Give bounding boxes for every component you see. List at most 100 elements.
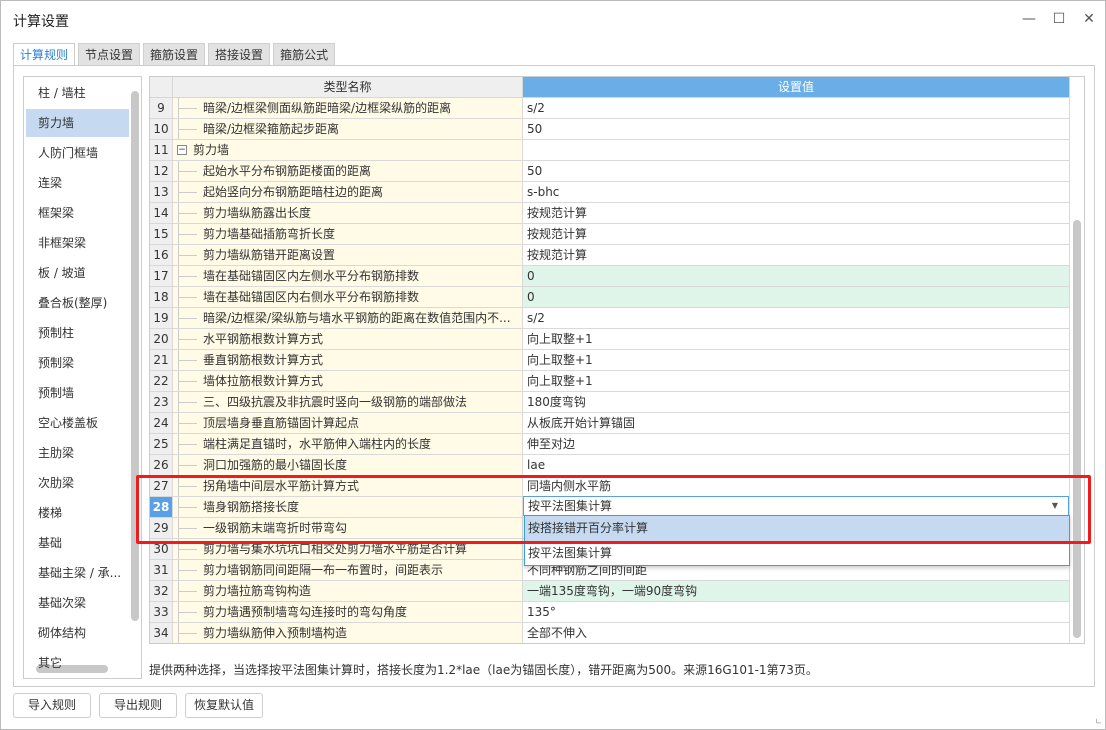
sidebar-item[interactable]: 其它 bbox=[26, 649, 129, 677]
sidebar-item[interactable]: 框架梁 bbox=[26, 199, 129, 227]
row-type-name: 墙身钢筋搭接长度 bbox=[173, 497, 523, 518]
resize-grip-icon[interactable]: ∟ bbox=[1095, 717, 1102, 726]
sidebar-item[interactable]: 次肋梁 bbox=[26, 469, 129, 497]
row-setting-value[interactable]: 向上取整+1 bbox=[523, 371, 1070, 392]
minimize-icon[interactable]: — bbox=[1019, 9, 1039, 29]
row-setting-value[interactable]: s-bhc bbox=[523, 182, 1070, 203]
table-row[interactable]: 11− 剪力墙 bbox=[150, 140, 1070, 161]
row-type-name: 剪力墙纵筋露出长度 bbox=[173, 203, 523, 224]
row-setting-value[interactable]: 50 bbox=[523, 161, 1070, 182]
sidebar-item[interactable]: 预制柱 bbox=[26, 319, 129, 347]
tab-4[interactable]: 箍筋公式 bbox=[273, 43, 336, 65]
row-setting-value[interactable]: 一端135度弯钩，一端90度弯钩 bbox=[523, 581, 1070, 602]
row-setting-value[interactable]: 180度弯钩 bbox=[523, 392, 1070, 413]
header-type-name[interactable]: 类型名称 bbox=[173, 77, 523, 98]
tree-line bbox=[178, 623, 198, 643]
row-setting-value[interactable]: 0 bbox=[523, 266, 1070, 287]
tree-line bbox=[178, 581, 198, 601]
table-row[interactable]: 19 暗梁/边框梁/梁纵筋与墙水平钢筋的距离在数值范围内不... s/2 bbox=[150, 308, 1070, 329]
table-row[interactable]: 22 墙体拉筋根数计算方式 向上取整+1 bbox=[150, 371, 1070, 392]
sidebar-item[interactable]: 预制梁 bbox=[26, 349, 129, 377]
chevron-down-icon[interactable]: ▼ bbox=[1052, 497, 1058, 515]
row-setting-value[interactable]: 从板底开始计算锚固 bbox=[523, 413, 1070, 434]
table-row[interactable]: 17 墙在基础锚固区内左侧水平分布钢筋排数 0 bbox=[150, 266, 1070, 287]
row-setting-value[interactable]: 按规范计算 bbox=[523, 224, 1070, 245]
sidebar-item[interactable]: 柱 / 墙柱 bbox=[26, 79, 129, 107]
tab-2[interactable]: 箍筋设置 bbox=[143, 43, 206, 65]
header-setting-value[interactable]: 设置值 bbox=[523, 77, 1070, 98]
collapse-icon[interactable]: − bbox=[177, 145, 187, 155]
row-setting-value[interactable]: 135° bbox=[523, 602, 1070, 623]
sidebar-item[interactable]: 剪力墙 bbox=[26, 109, 129, 137]
row-setting-value[interactable]: 全部不伸入 bbox=[523, 623, 1070, 643]
row-label: 墙身钢筋搭接长度 bbox=[203, 500, 300, 514]
tab-3[interactable]: 搭接设置 bbox=[208, 43, 271, 65]
tree-line bbox=[178, 329, 198, 349]
sidebar-item[interactable]: 板 / 坡道 bbox=[26, 259, 129, 287]
row-label: 起始水平分布钢筋距楼面的距离 bbox=[203, 164, 372, 178]
sidebar-item[interactable]: 基础 bbox=[26, 529, 129, 557]
row-number: 17 bbox=[150, 266, 173, 287]
sidebar-item[interactable]: 非框架梁 bbox=[26, 229, 129, 257]
sidebar-item[interactable]: 人防门框墙 bbox=[26, 139, 129, 167]
row-setting-value[interactable]: s/2 bbox=[523, 98, 1070, 119]
row-setting-value[interactable]: 按规范计算 bbox=[523, 245, 1070, 266]
table-row[interactable]: 18 墙在基础锚固区内右侧水平分布钢筋排数 0 bbox=[150, 287, 1070, 308]
sidebar-item[interactable]: 空心楼盖板 bbox=[26, 409, 129, 437]
table-row[interactable]: 12 起始水平分布钢筋距楼面的距离 50 bbox=[150, 161, 1070, 182]
dropdown-option[interactable]: 按平法图集计算 bbox=[525, 541, 1069, 566]
dropdown-option[interactable]: 按搭接错开百分率计算 bbox=[525, 516, 1069, 541]
description-text: 提供两种选择，当选择按平法图集计算时，搭接长度为1.2*lae（lae为锚固长度… bbox=[149, 663, 818, 677]
import-rules-button[interactable]: 导入规则 bbox=[13, 693, 91, 718]
row-setting-value[interactable]: 0 bbox=[523, 287, 1070, 308]
table-row[interactable]: 33 剪力墙遇预制墙弯勾连接时的弯勾角度 135° bbox=[150, 602, 1070, 623]
row-setting-value[interactable]: lae bbox=[523, 455, 1070, 476]
table-row[interactable]: 27 拐角墙中间层水平筋计算方式 同墙内侧水平筋 bbox=[150, 476, 1070, 497]
tab-0[interactable]: 计算规则 bbox=[13, 43, 76, 67]
table-row[interactable]: 20 水平钢筋根数计算方式 向上取整+1 bbox=[150, 329, 1070, 350]
table-row[interactable]: 16 剪力墙纵筋错开距离设置 按规范计算 bbox=[150, 245, 1070, 266]
sidebar-item[interactable]: 叠合板(整厚) bbox=[26, 289, 129, 317]
row-label: 顶层墙身垂直筋锚固计算起点 bbox=[203, 416, 360, 430]
row-setting-value[interactable] bbox=[523, 140, 1070, 161]
restore-defaults-button[interactable]: 恢复默认值 bbox=[185, 693, 263, 718]
sidebar-item[interactable]: 连梁 bbox=[26, 169, 129, 197]
maximize-icon[interactable]: ☐ bbox=[1049, 9, 1069, 29]
row-setting-value[interactable]: 伸至对边 bbox=[523, 434, 1070, 455]
table-row[interactable]: 10 暗梁/边框梁箍筋起步距离 50 bbox=[150, 119, 1070, 140]
table-row[interactable]: 21 垂直钢筋根数计算方式 向上取整+1 bbox=[150, 350, 1070, 371]
sidebar-item[interactable]: 基础主梁 / 承... bbox=[26, 559, 129, 587]
table-row[interactable]: 32 剪力墙拉筋弯钩构造 一端135度弯钩，一端90度弯钩 bbox=[150, 581, 1070, 602]
table-row[interactable]: 23 三、四级抗震及非抗震时竖向一级钢筋的端部做法 180度弯钩 bbox=[150, 392, 1070, 413]
export-rules-button[interactable]: 导出规则 bbox=[99, 693, 177, 718]
lap-length-combobox[interactable]: 按平法图集计算 ▼ bbox=[523, 496, 1069, 516]
sidebar-item[interactable]: 基础次梁 bbox=[26, 589, 129, 617]
tree-line bbox=[178, 371, 198, 391]
table-row[interactable]: 13 起始竖向分布钢筋距暗柱边的距离 s-bhc bbox=[150, 182, 1070, 203]
grid-vertical-scrollbar[interactable] bbox=[1073, 220, 1081, 638]
table-row[interactable]: 34 剪力墙纵筋伸入预制墙构造 全部不伸入 bbox=[150, 623, 1070, 643]
table-row[interactable]: 15 剪力墙基础插筋弯折长度 按规范计算 bbox=[150, 224, 1070, 245]
row-setting-value[interactable]: 同墙内侧水平筋 bbox=[523, 476, 1070, 497]
tree-line bbox=[178, 182, 198, 202]
sidebar-item[interactable]: 预制墙 bbox=[26, 379, 129, 407]
row-setting-value[interactable]: 50 bbox=[523, 119, 1070, 140]
sidebar-item[interactable]: 楼梯 bbox=[26, 499, 129, 527]
sidebar-item[interactable]: 砌体结构 bbox=[26, 619, 129, 647]
tree-line bbox=[178, 602, 198, 622]
row-setting-value[interactable]: 向上取整+1 bbox=[523, 329, 1070, 350]
close-icon[interactable]: ✕ bbox=[1079, 9, 1099, 29]
table-row[interactable]: 9 暗梁/边框梁侧面纵筋距暗梁/边框梁纵筋的距离 s/2 bbox=[150, 98, 1070, 119]
row-label: 剪力墙与集水坑坑口相交处剪力墙水平筋是否计算 bbox=[203, 542, 468, 556]
tab-1[interactable]: 节点设置 bbox=[78, 43, 141, 65]
row-setting-value[interactable]: 按规范计算 bbox=[523, 203, 1070, 224]
row-setting-value[interactable]: s/2 bbox=[523, 308, 1070, 329]
table-row[interactable]: 26 洞口加强筋的最小锚固长度 lae bbox=[150, 455, 1070, 476]
table-row[interactable]: 25 端柱满足直锚时，水平筋伸入端柱内的长度 伸至对边 bbox=[150, 434, 1070, 455]
row-type-name: 墙在基础锚固区内右侧水平分布钢筋排数 bbox=[173, 287, 523, 308]
sidebar-item[interactable]: 主肋梁 bbox=[26, 439, 129, 467]
table-row[interactable]: 24 顶层墙身垂直筋锚固计算起点 从板底开始计算锚固 bbox=[150, 413, 1070, 434]
table-row[interactable]: 14 剪力墙纵筋露出长度 按规范计算 bbox=[150, 203, 1070, 224]
sidebar-vertical-scrollbar[interactable] bbox=[131, 91, 139, 621]
row-setting-value[interactable]: 向上取整+1 bbox=[523, 350, 1070, 371]
